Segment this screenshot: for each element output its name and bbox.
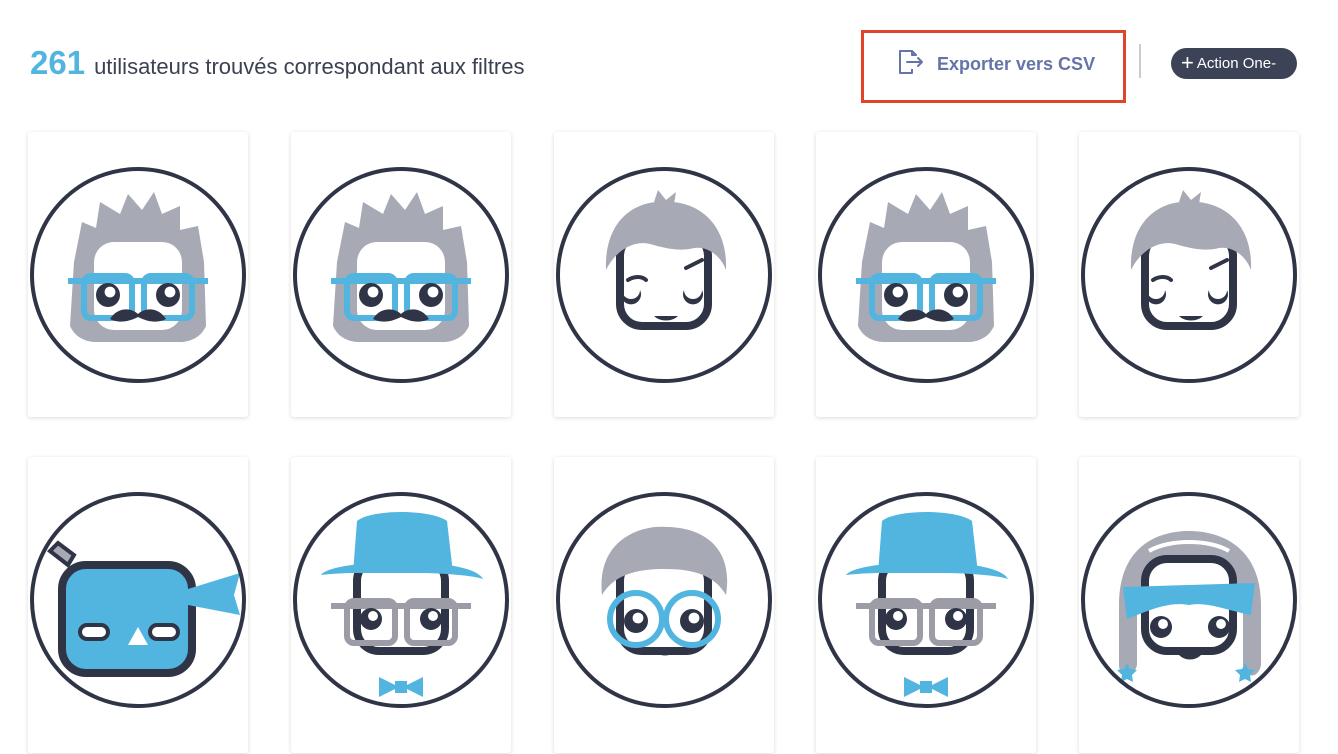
user-avatar xyxy=(30,492,246,708)
add-action-label: Action One- xyxy=(1196,55,1277,72)
user-avatar xyxy=(293,167,509,383)
user-card[interactable] xyxy=(1079,457,1299,753)
header-divider xyxy=(1139,44,1141,78)
user-card[interactable] xyxy=(554,457,774,753)
user-avatar xyxy=(556,167,772,383)
user-avatar xyxy=(1081,492,1297,708)
user-avatar xyxy=(556,492,772,708)
user-card[interactable] xyxy=(28,457,248,753)
user-avatar xyxy=(818,167,1034,383)
export-file-icon xyxy=(895,47,937,82)
export-csv-button[interactable]: Exporter vers CSV xyxy=(895,46,1095,82)
results-title-text: utilisateurs trouvés correspondant aux f… xyxy=(94,54,525,79)
user-avatar xyxy=(293,492,509,708)
user-card[interactable] xyxy=(1079,132,1299,417)
export-csv-label: Exporter vers CSV xyxy=(937,53,1096,74)
user-avatar xyxy=(818,492,1034,708)
user-avatar xyxy=(30,167,246,383)
user-card[interactable] xyxy=(816,457,1036,753)
user-card[interactable] xyxy=(554,132,774,417)
results-header: 261 utilisateurs trouvés correspondant a… xyxy=(0,0,1338,120)
user-card[interactable] xyxy=(291,132,511,417)
results-title: 261 utilisateurs trouvés correspondant a… xyxy=(30,44,525,82)
results-count: 261 xyxy=(30,44,86,81)
user-avatar xyxy=(1081,167,1297,383)
user-card[interactable] xyxy=(291,457,511,753)
plus-icon: + xyxy=(1181,49,1194,75)
add-action-button[interactable]: + Action One- xyxy=(1171,48,1297,79)
user-card[interactable] xyxy=(28,132,248,417)
user-card[interactable] xyxy=(816,132,1036,417)
